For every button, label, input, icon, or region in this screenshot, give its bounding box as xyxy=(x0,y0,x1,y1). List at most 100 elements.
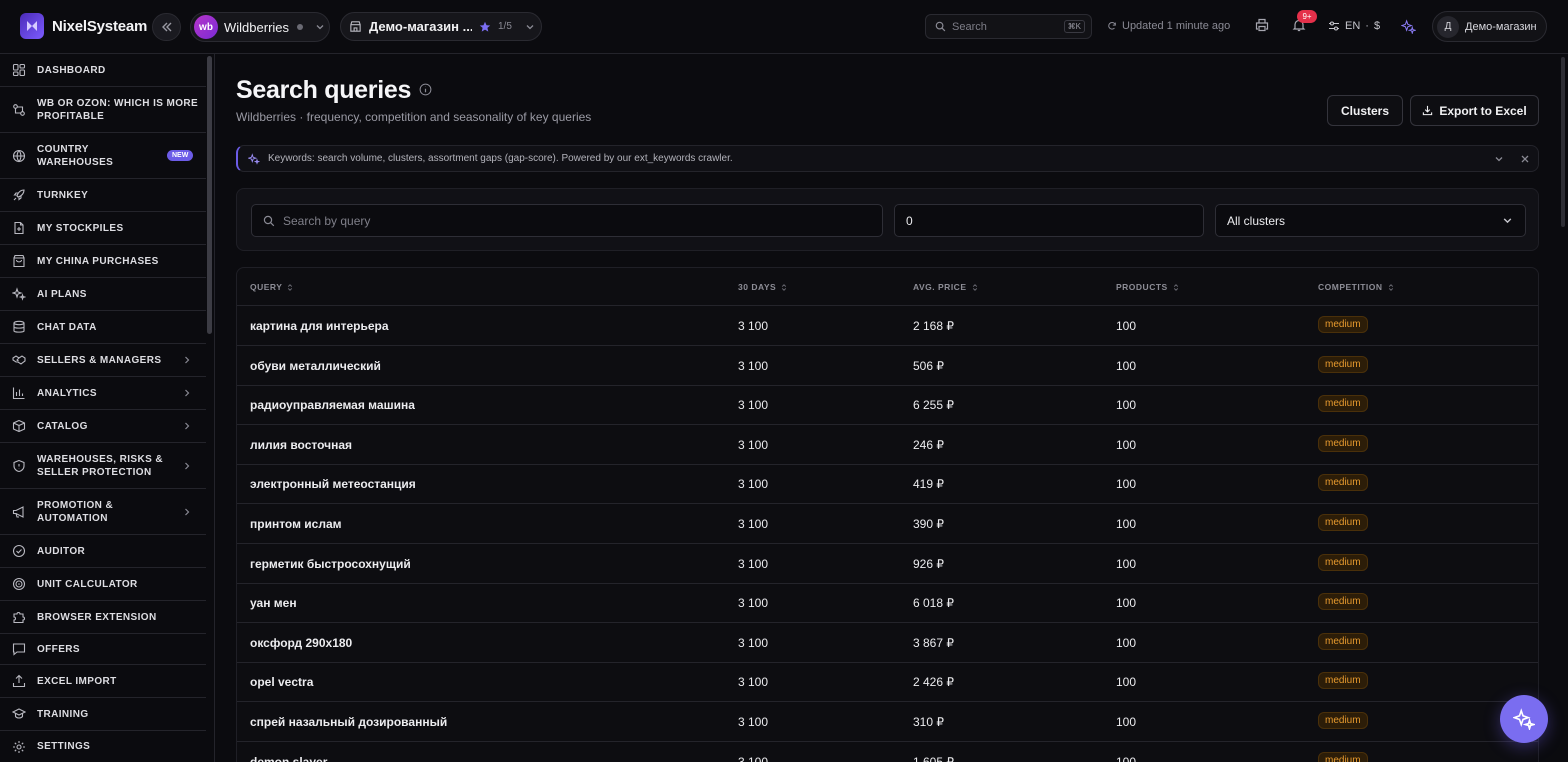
sidebar-item-auditor[interactable]: AUDITOR xyxy=(0,535,206,568)
table-row[interactable]: картина для интерьера 3 100 2 168 ₽ 100 medi… xyxy=(237,306,1538,346)
column-header[interactable]: QUERY xyxy=(250,282,294,292)
sort-icon xyxy=(1388,283,1393,291)
sidebar-item-unit-calculator[interactable]: UNIT CALCULATOR xyxy=(0,568,206,601)
sidebar-scrollbar[interactable] xyxy=(207,56,212,334)
column-header[interactable]: COMPETITION xyxy=(1318,282,1395,292)
ai-assistant-fab[interactable] xyxy=(1500,695,1548,743)
sidebar-item-settings[interactable]: SETTINGS xyxy=(0,731,206,762)
sidebar-item-dashboard[interactable]: DASHBOARD xyxy=(0,54,206,87)
account-menu[interactable]: Д Демо-магазин xyxy=(1432,11,1547,42)
page-scrollbar[interactable] xyxy=(1561,57,1565,227)
print-button[interactable] xyxy=(1255,18,1269,32)
sidebar-item-turnkey[interactable]: TURNKEY xyxy=(0,179,206,212)
cell-price: 926 ₽ xyxy=(913,556,944,571)
cell-query: оксфорд 290х180 xyxy=(250,635,353,650)
sidebar-item-wb-or-ozon[interactable]: WB OR OZON: WHICH IS MORE PROFITABLE xyxy=(0,87,206,133)
sidebar-item-my-stockpiles[interactable]: MY STOCKPILES xyxy=(0,212,206,245)
sidebar-item-training[interactable]: TRAINING xyxy=(0,698,206,731)
chevron-right-icon xyxy=(185,356,190,364)
marketplace-label: Wildberries xyxy=(224,19,290,35)
new-badge: NEW xyxy=(167,150,194,161)
cell-price: 2 168 ₽ xyxy=(913,319,954,333)
sidebar-item-excel-import[interactable]: EXCEL IMPORT xyxy=(0,665,206,698)
chevron-down-icon[interactable] xyxy=(1494,154,1504,164)
clusters-button[interactable]: Clusters xyxy=(1327,95,1403,126)
sidebar-item-ai-plans[interactable]: AI PLANS xyxy=(0,278,206,311)
sidebar-item-catalog[interactable]: CATALOG xyxy=(0,410,206,443)
cell-query: обуви металлический xyxy=(250,358,381,373)
cell-products: 100 xyxy=(1116,477,1137,492)
chevron-right-icon xyxy=(185,508,190,515)
competition-badge: medium xyxy=(1318,355,1368,373)
table-row[interactable]: обуви металлический 3 100 506 ₽ 100 medium xyxy=(237,346,1538,386)
cell-days30: 3 100 xyxy=(738,358,769,373)
column-header[interactable]: PRODUCTS xyxy=(1116,282,1180,292)
info-icon[interactable] xyxy=(419,83,432,96)
export-excel-button[interactable]: Export to Excel xyxy=(1410,95,1539,126)
graduation-cap-icon xyxy=(12,708,26,719)
box-icon xyxy=(12,419,26,433)
table-row[interactable]: спрей назальный дозированный 3 100 310 ₽ 10… xyxy=(237,702,1538,742)
competition-badge: medium xyxy=(1318,593,1368,611)
sidebar-item-promotion-automation[interactable]: PROMOTION & AUTOMATION xyxy=(0,489,206,535)
table-row[interactable]: герметик быстросохнущий 3 100 926 ₽ 100 medi… xyxy=(237,544,1538,584)
store-switcher[interactable]: Демо-магазин ... 1/5 xyxy=(340,12,542,41)
column-header[interactable]: 30 DAYS xyxy=(738,282,788,292)
cell-products: 100 xyxy=(1116,596,1137,611)
cell-query: электронный метеостанция xyxy=(250,477,416,492)
query-search-placeholder: Search by query xyxy=(283,213,371,228)
table-row[interactable]: opel vectra 3 100 2 426 ₽ 100 medium xyxy=(237,662,1538,703)
refresh-icon xyxy=(1108,21,1116,30)
cell-products: 100 xyxy=(1116,675,1137,690)
sidebar-item-analytics[interactable]: ANALYTICS xyxy=(0,377,206,410)
competition-badge: medium xyxy=(1318,553,1368,571)
table-row[interactable]: demon slayer 3 100 1 605 ₽ 100 medium xyxy=(237,742,1538,762)
cell-products: 100 xyxy=(1116,319,1137,333)
database-icon xyxy=(13,320,25,333)
sidebar-item-offers[interactable]: OFFERS xyxy=(0,634,206,665)
language-currency-switcher[interactable]: EN · $ xyxy=(1328,20,1380,32)
column-header[interactable]: AVG. PRICE xyxy=(913,282,979,292)
column-header-label: COMPETITION xyxy=(1318,282,1383,292)
cell-query: принтом ислам xyxy=(250,517,342,531)
cluster-select[interactable]: All clusters xyxy=(1215,204,1526,237)
cell-query: demon slayer xyxy=(250,754,328,762)
cell-days30: 3 100 xyxy=(738,398,769,413)
megaphone-icon xyxy=(12,505,24,518)
table-row[interactable]: радиоуправляемая машина 3 100 6 255 ₽ 100 me… xyxy=(237,385,1538,426)
table-row[interactable]: уан мен 3 100 6 018 ₽ 100 medium xyxy=(237,583,1538,624)
sidebar-item-my-china-purchases[interactable]: MY CHINA PURCHASES xyxy=(0,245,206,278)
table-row[interactable]: лилия восточная 3 100 246 ₽ 100 medium xyxy=(237,425,1538,465)
min-frequency-input[interactable]: 0 xyxy=(894,204,1204,237)
ai-assistant-button[interactable] xyxy=(1401,19,1416,34)
sidebar-item-label: PROMOTION & AUTOMATION xyxy=(37,499,114,524)
collapse-sidebar-button[interactable] xyxy=(152,13,181,41)
sliders-icon xyxy=(1329,21,1339,31)
column-header-label: PRODUCTS xyxy=(1116,282,1168,292)
query-search-input[interactable]: Search by query xyxy=(251,204,883,237)
avatar: Д xyxy=(1437,15,1459,38)
marketplace-switcher[interactable]: wb Wildberries xyxy=(190,12,330,42)
sidebar-item-browser-extension[interactable]: BROWSER EXTENSION xyxy=(0,601,206,634)
cell-days30: 3 100 xyxy=(738,635,769,650)
chevron-right-icon xyxy=(185,389,190,397)
app-logo[interactable]: NixelSysteam xyxy=(20,13,147,39)
sidebar-item-warehouses-risks[interactable]: WAREHOUSES, RISKS & SELLER PROTECTION xyxy=(0,443,206,489)
table-row[interactable]: принтом ислам 3 100 390 ₽ 100 medium xyxy=(237,504,1538,544)
sidebar-item-label: SELLERS & MANAGERS xyxy=(37,354,162,366)
close-icon[interactable] xyxy=(1520,154,1530,164)
cell-query: герметик быстросохнущий xyxy=(250,556,411,571)
cell-price: 390 ₽ xyxy=(913,517,944,531)
sidebar-item-chat-data[interactable]: CHAT DATA xyxy=(0,311,206,344)
cell-days30: 3 100 xyxy=(738,675,769,690)
sidebar-item-country-warehouses[interactable]: COUNTRY WAREHOUSES NEW xyxy=(0,133,206,179)
sidebar-item-sellers-managers[interactable]: SELLERS & MANAGERS xyxy=(0,344,206,377)
sidebar-item-label: ANALYTICS xyxy=(37,387,97,399)
logo-mark-icon xyxy=(20,13,44,39)
table-row[interactable]: электронный метеостанция 3 100 419 ₽ 100 med… xyxy=(237,464,1538,505)
global-search[interactable]: Search ⌘K xyxy=(925,14,1092,39)
sidebar-item-label: WAREHOUSES, RISKS & SELLER PROTECTION xyxy=(37,453,163,478)
table-row[interactable]: оксфорд 290х180 3 100 3 867 ₽ 100 medium xyxy=(237,623,1538,663)
competition-badge: medium xyxy=(1318,474,1368,492)
account-name: Демо-магазин xyxy=(1465,20,1537,33)
